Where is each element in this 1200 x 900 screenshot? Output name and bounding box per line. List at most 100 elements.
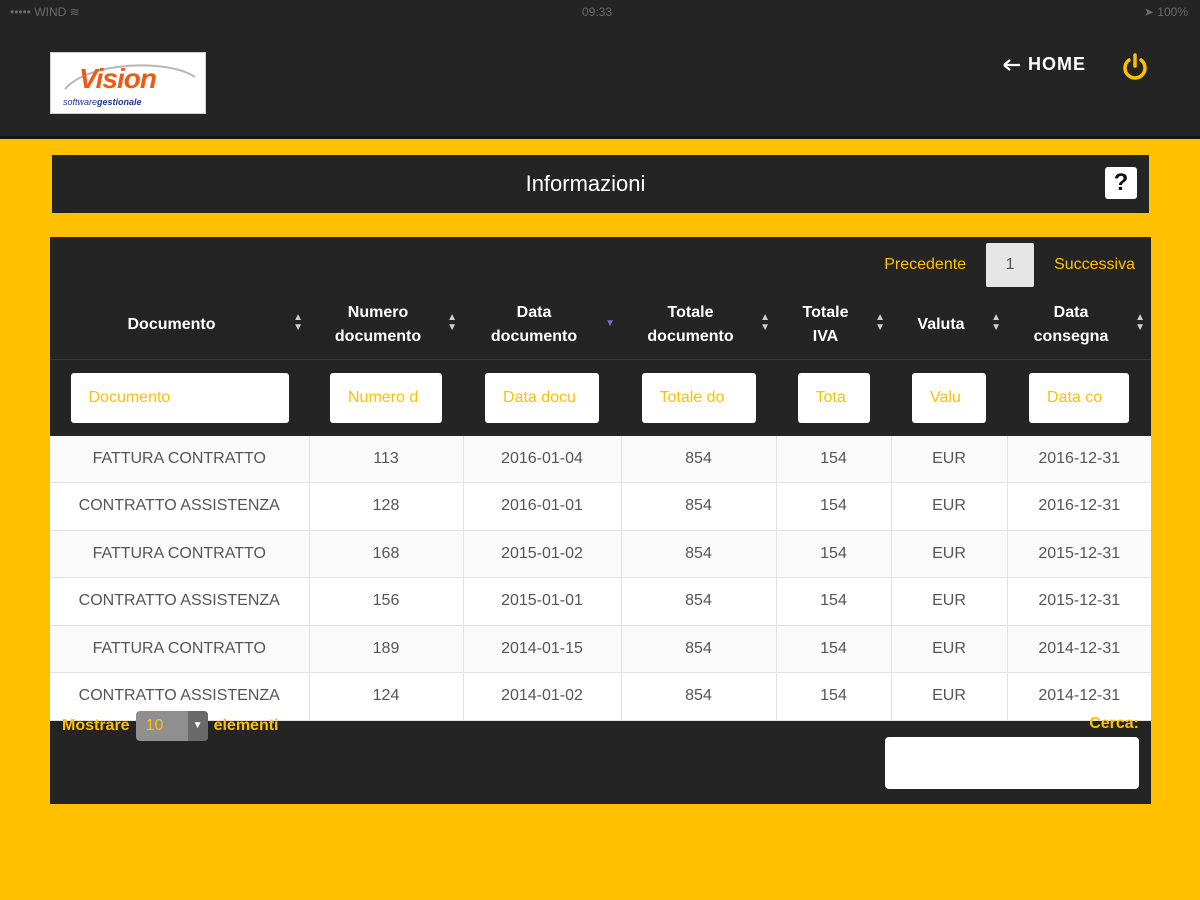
documents-table-panel: Precedente 1 Successiva Documento ▲ ▼ Numer… (50, 237, 1151, 804)
logo-wordmark: Vision (79, 63, 157, 94)
table-row[interactable]: FATTURA CONTRATTO 189 2014-01-15 854 154 EUR 2… (50, 625, 1151, 673)
column-header[interactable]: Totale documento ▲ ▼ (621, 291, 776, 359)
table-cell: 189 (309, 625, 464, 673)
filter-cell (463, 358, 621, 436)
column-header-label: Numero (347, 303, 409, 321)
table-cell: 154 (776, 530, 892, 578)
table-cell: 2015-01-01 (463, 577, 622, 626)
table-cell: EUR (891, 577, 1008, 626)
table-cell: 154 (776, 435, 892, 483)
table-cell: 2014-12-31 (1007, 672, 1151, 721)
search-input[interactable] (885, 737, 1139, 789)
column-filter-input[interactable] (330, 372, 442, 423)
table-row[interactable]: CONTRATTO ASSISTENZA 128 2016-01-01 854 154 E… (50, 482, 1151, 531)
filter-cell (309, 358, 463, 436)
table-cell: 2016-12-31 (1007, 435, 1151, 483)
sort-icon: ▲ ▼ (875, 312, 885, 333)
table-cell: 854 (621, 482, 777, 531)
column-header[interactable]: Valuta ▲ ▼ (891, 291, 1007, 359)
column-header-label: Valuta (917, 315, 965, 333)
column-header-label: consegna (1033, 327, 1109, 345)
column-filter-input[interactable] (912, 372, 986, 423)
show-label: Mostrare (62, 717, 130, 734)
table-cell: 2014-01-15 (463, 625, 622, 673)
column-header[interactable]: Documento ▲ ▼ (50, 291, 309, 359)
column-header[interactable]: Totale IVA ▲ ▼ (776, 291, 891, 359)
filter-cell (50, 358, 309, 436)
sort-icon: ▲ ▼ (293, 312, 303, 333)
table-cell: 2016-01-01 (463, 482, 622, 531)
table-cell: 854 (621, 530, 777, 578)
sort-icon: ▲ ▼ (760, 312, 770, 333)
pagination: Precedente 1 Successiva (884, 243, 1135, 287)
table-cell: FATTURA CONTRATTO (50, 625, 310, 673)
column-header-label: IVA (812, 327, 839, 345)
vision-logo[interactable]: Vision softwaregestionale (50, 52, 206, 114)
sort-icon: ▲ ▼ (991, 312, 1001, 333)
table-cell: CONTRATTO ASSISTENZA (50, 482, 310, 531)
column-filter-input[interactable] (641, 372, 756, 423)
filter-cell (1007, 358, 1151, 436)
filter-cell (776, 358, 891, 436)
documents-table: Documento ▲ ▼ Numero documento ▲ ▼ Data document… (50, 291, 1151, 721)
table-cell: 854 (621, 625, 777, 673)
table-header-row: Documento ▲ ▼ Numero documento ▲ ▼ Data document… (50, 291, 1151, 359)
table-cell: 124 (309, 672, 464, 721)
home-link[interactable]: HOME (1002, 54, 1086, 75)
table-cell: FATTURA CONTRATTO (50, 530, 310, 578)
column-filter-input[interactable] (1029, 372, 1129, 423)
table-cell: 2015-12-31 (1007, 530, 1151, 578)
logo-tagline: softwaregestionale (63, 97, 142, 107)
table-row[interactable]: FATTURA CONTRATTO 113 2016-01-04 854 154 EUR 2… (50, 435, 1151, 483)
table-cell: 2015-01-02 (463, 530, 622, 578)
filter-cell (621, 358, 776, 436)
column-filter-input[interactable] (485, 372, 599, 423)
table-cell: FATTURA CONTRATTO (50, 435, 310, 483)
elements-label: elementi (213, 717, 279, 734)
clock-label: 09:33 (582, 5, 613, 19)
app-header: Vision softwaregestionale HOME (0, 24, 1200, 139)
table-cell: 154 (776, 577, 892, 626)
battery-label: ➤ 100% (1143, 5, 1188, 19)
page-size-value: 10 (145, 717, 164, 734)
table-cell: 854 (621, 672, 777, 721)
table-cell: 156 (309, 577, 464, 626)
table-cell: EUR (891, 435, 1008, 483)
sort-icon: ▲ ▼ (1135, 312, 1145, 333)
table-cell: 113 (309, 435, 464, 483)
column-header-label: Data (1053, 303, 1089, 321)
column-header[interactable]: Data documento ▼ (463, 291, 621, 359)
table-cell: EUR (891, 672, 1008, 721)
column-filter-input[interactable] (70, 372, 289, 423)
column-filter-input[interactable] (797, 372, 870, 423)
next-page-link[interactable]: Successiva (1054, 256, 1135, 274)
table-cell: EUR (891, 482, 1008, 531)
table-cell: 854 (621, 435, 777, 483)
column-header-label: Totale (667, 303, 714, 321)
table-row[interactable]: CONTRATTO ASSISTENZA 156 2015-01-01 854 154 E… (50, 577, 1151, 626)
status-bar: ••••• WIND ≋ 09:33 ➤ 100% (0, 0, 1200, 24)
table-cell: EUR (891, 530, 1008, 578)
search-label: Cerca: (1089, 715, 1139, 732)
page-number-button[interactable]: 1 (986, 243, 1035, 287)
power-icon[interactable] (1120, 52, 1150, 82)
arrow-left-icon (1003, 58, 1020, 71)
table-body: FATTURA CONTRATTO 113 2016-01-04 854 154 EUR 2… (50, 435, 1151, 721)
previous-page-link[interactable]: Precedente (884, 256, 966, 274)
column-header-label: Totale (802, 303, 849, 321)
column-header[interactable]: Numero documento ▲ ▼ (309, 291, 463, 359)
table-cell: 2014-12-31 (1007, 625, 1151, 673)
table-cell: 854 (621, 577, 777, 626)
table-cell: 2016-01-04 (463, 435, 622, 483)
filter-cell (891, 358, 1007, 436)
carrier-label: ••••• WIND ≋ (10, 5, 80, 19)
column-header-label: documento (490, 327, 578, 345)
title-panel: Informazioni ? (52, 155, 1149, 213)
table-row[interactable]: FATTURA CONTRATTO 168 2015-01-02 854 154 EUR 2… (50, 530, 1151, 578)
chevron-down-icon: ▼ (187, 711, 208, 741)
table-cell: 154 (776, 672, 892, 721)
column-header[interactable]: Data consegna ▲ ▼ (1007, 291, 1151, 359)
page-size-select[interactable]: 10 ▼ (135, 711, 208, 741)
help-icon[interactable]: ? (1105, 167, 1137, 199)
page-title: Informazioni (525, 171, 646, 196)
